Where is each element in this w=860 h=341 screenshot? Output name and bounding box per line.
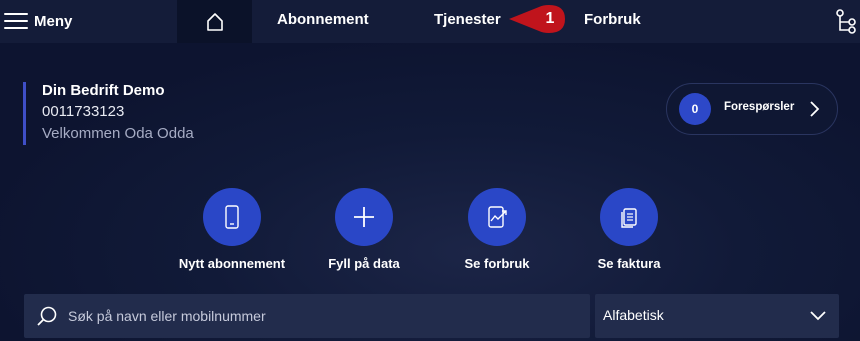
- menu-label: Meny: [34, 12, 73, 30]
- organization-tree-icon[interactable]: [834, 8, 858, 36]
- company-accent-bar: [23, 82, 26, 145]
- home-tab[interactable]: [177, 0, 252, 43]
- view-invoice-label: Se faktura: [597, 256, 661, 271]
- step-marker-badge: 1: [509, 5, 565, 33]
- sort-dropdown[interactable]: Alfabetisk: [595, 294, 839, 338]
- search-input[interactable]: [68, 294, 578, 338]
- company-id: 0011733123: [42, 103, 125, 120]
- invoice-icon: [621, 208, 637, 228]
- nav-item-tjenester[interactable]: Tjenester: [434, 0, 501, 43]
- top-up-data-label: Fyll på data: [328, 256, 400, 271]
- menu-button[interactable]: Meny: [4, 8, 72, 34]
- view-invoice-button[interactable]: Se faktura: [564, 188, 694, 271]
- search-icon: [37, 306, 57, 326]
- nav-item-abonnement[interactable]: Abonnement: [277, 0, 369, 43]
- chevron-down-icon: [810, 311, 826, 321]
- top-up-data-button[interactable]: Fyll på data: [299, 188, 429, 271]
- view-usage-label: Se forbruk: [464, 256, 530, 271]
- mobile-phone-icon: [225, 205, 239, 229]
- top-navigation-bar: Meny Abonnement Tjenester Forbruk 1: [0, 0, 860, 43]
- welcome-message: Velkommen Oda Odda: [42, 125, 194, 142]
- sort-selected-value: Alfabetisk: [603, 307, 664, 323]
- new-subscription-button[interactable]: Nytt abonnement: [167, 188, 297, 271]
- requests-button[interactable]: 0 Forespørsler: [666, 83, 838, 135]
- nav-item-forbruk[interactable]: Forbruk: [584, 0, 641, 43]
- company-name: Din Bedrift Demo: [42, 82, 165, 99]
- search-bar: [24, 294, 590, 338]
- view-usage-button[interactable]: Se forbruk: [432, 188, 562, 271]
- requests-count-badge: 0: [679, 93, 711, 125]
- requests-label: Forespørsler: [724, 101, 795, 113]
- step-marker-number: 1: [545, 10, 555, 27]
- new-subscription-label: Nytt abonnement: [178, 256, 286, 271]
- plus-icon: [354, 207, 374, 227]
- home-icon: [206, 12, 223, 31]
- hamburger-icon: [4, 12, 28, 30]
- chevron-right-icon: [810, 101, 820, 117]
- usage-chart-icon: [488, 206, 507, 228]
